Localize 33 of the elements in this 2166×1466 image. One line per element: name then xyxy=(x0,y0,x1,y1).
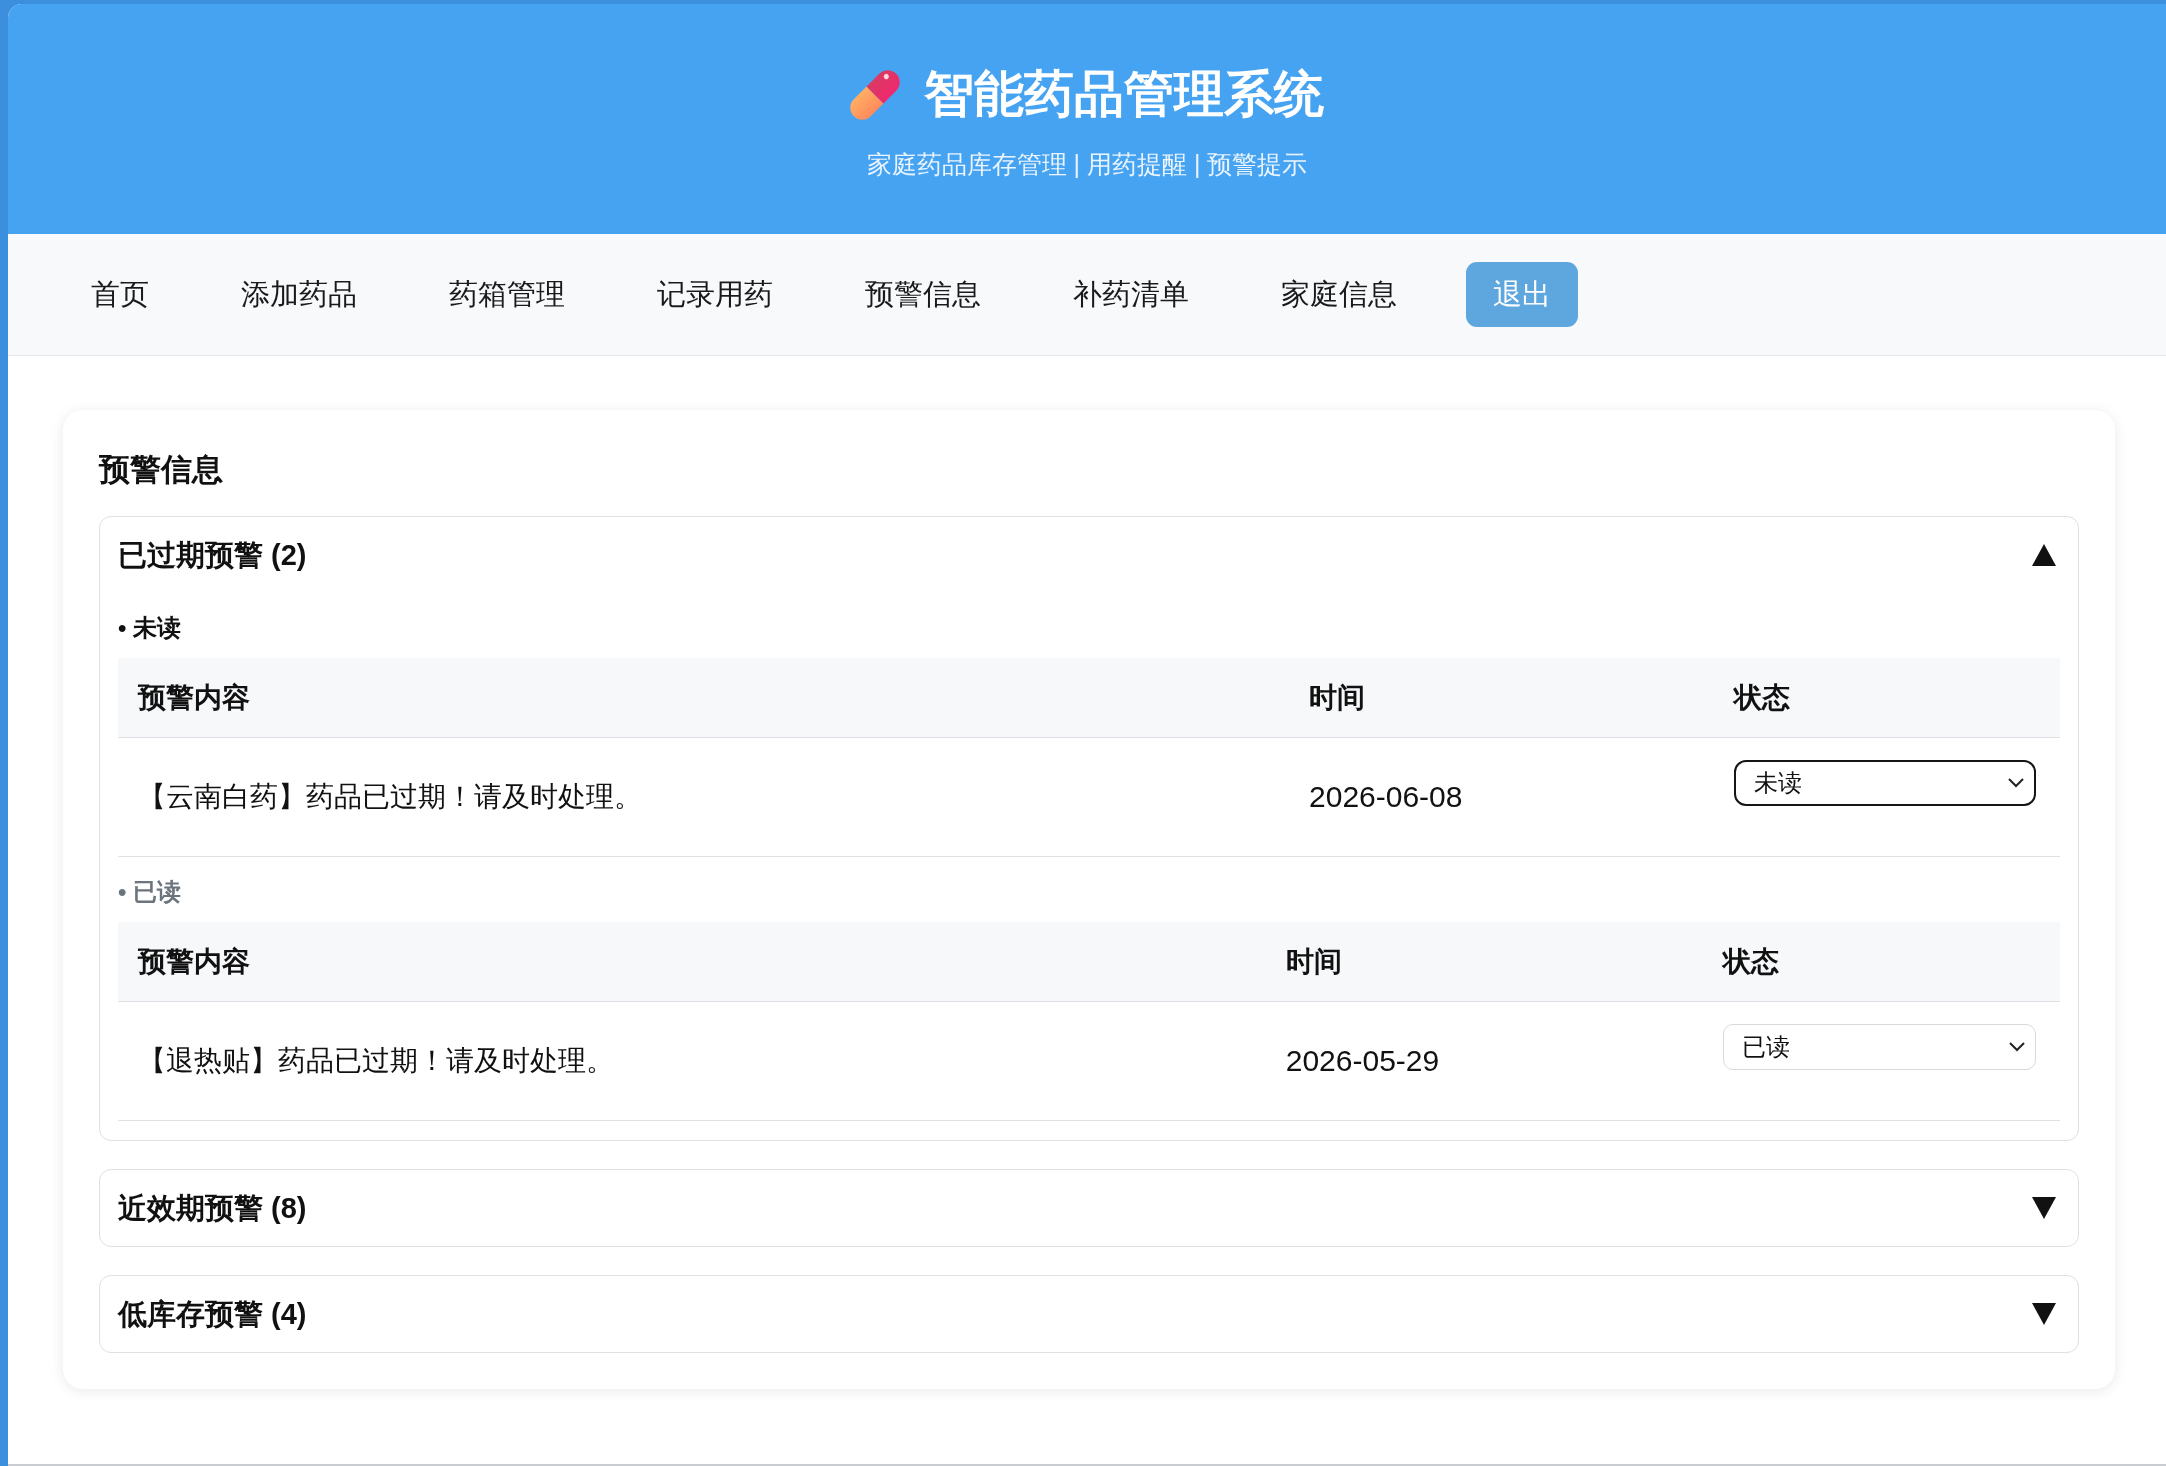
caret-down-icon[interactable] xyxy=(2032,1303,2056,1325)
nav-link[interactable]: 药箱管理 xyxy=(426,262,588,327)
status-select[interactable]: 未读 xyxy=(1734,760,2036,806)
alert-date: 2026-06-08 xyxy=(1309,779,1463,815)
section-title[interactable]: 低库存预警 (4) xyxy=(118,1295,307,1333)
nav-link[interactable]: 家庭信息 xyxy=(1258,262,1420,327)
nav-link[interactable]: 补药清单 xyxy=(1050,262,1212,327)
app-subtitle: 家庭药品库存管理 | 用药提醒 | 预警提示 xyxy=(866,149,1308,180)
column-header: 预警内容 xyxy=(138,681,250,715)
nav-link[interactable]: 预警信息 xyxy=(842,262,1004,327)
app-title: 智能药品管理系统 xyxy=(924,65,1324,124)
section-title[interactable]: 已过期预警 (2) xyxy=(118,536,307,574)
nav-link[interactable]: 记录用药 xyxy=(634,262,796,327)
column-header: 时间 xyxy=(1309,681,1365,715)
nav-link[interactable]: 首页 xyxy=(68,262,172,327)
column-header: 预警内容 xyxy=(138,945,250,979)
caret-up-icon[interactable] xyxy=(2032,544,2056,566)
caret-down-icon[interactable] xyxy=(2032,1197,2056,1219)
group-label: • 未读 xyxy=(118,613,182,643)
capsule-icon xyxy=(850,69,900,120)
column-header: 状态 xyxy=(1734,681,1791,715)
chevron-down-icon xyxy=(2008,778,2024,788)
column-header: 状态 xyxy=(1722,945,1779,979)
nav-link[interactable]: 添加药品 xyxy=(218,262,380,327)
column-header: 时间 xyxy=(1285,945,1342,979)
card-title: 预警信息 xyxy=(99,451,224,489)
chevron-down-icon xyxy=(2009,1042,2025,1052)
alert-message: 【退热贴】药品已过期！请及时处理。 xyxy=(138,1044,614,1078)
alert-message: 【云南白药】药品已过期！请及时处理。 xyxy=(138,780,642,814)
alert-date: 2026-05-29 xyxy=(1285,1043,1440,1079)
status-select[interactable]: 已读 xyxy=(1722,1024,2036,1070)
group-label: • 已读 xyxy=(118,877,182,907)
section-title[interactable]: 近效期预警 (8) xyxy=(118,1189,307,1227)
